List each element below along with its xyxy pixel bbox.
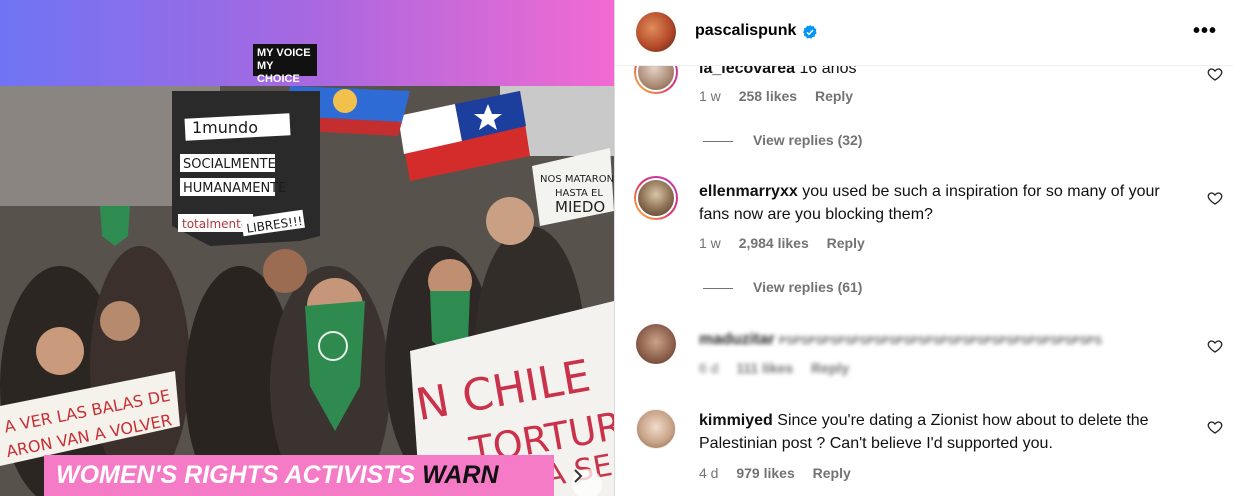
replies-line xyxy=(703,287,733,289)
caption-strong-text: WARN xyxy=(422,461,499,489)
comment-meta: 1 w 258 likes Reply xyxy=(699,88,867,104)
next-image-button[interactable] xyxy=(572,469,602,496)
comment-list[interactable]: la_lecovarea 16 años 1 w 258 likes Reply… xyxy=(615,0,1233,496)
logo-line-2: MY CHOICE xyxy=(257,60,300,85)
protest-photo-illustration: 1mundo SOCIALMENTE HUMANAMENTE totalment… xyxy=(0,86,614,496)
logo-line-1: MY VOICE xyxy=(257,47,311,59)
comment-time[interactable]: 6 d xyxy=(699,360,718,376)
sign-text-humanamente: HUMANAMENTE xyxy=(183,181,286,196)
post-media: MY VOICE MY CHOICE 1mundo SOCIALMENTE HU… xyxy=(0,0,614,496)
commenter-avatar[interactable] xyxy=(636,324,676,364)
comment-time[interactable]: 1 w xyxy=(699,88,721,104)
commenter-avatar[interactable] xyxy=(636,409,676,449)
heart-outline-icon[interactable] xyxy=(1207,66,1223,82)
my-voice-my-choice-logo: MY VOICE MY CHOICE xyxy=(253,44,317,85)
comment-likes[interactable]: 979 likes xyxy=(736,465,794,481)
chevron-right-icon xyxy=(574,469,583,483)
comment-likes[interactable]: 111 likes xyxy=(736,360,793,376)
media-top-banner: MY VOICE MY CHOICE xyxy=(0,0,614,86)
reply-button[interactable]: Reply xyxy=(811,360,849,376)
sign-text-1mundo: 1mundo xyxy=(192,118,258,137)
sign-text-nos-mataron: NOS MATARON xyxy=(540,174,614,185)
heart-outline-icon[interactable] xyxy=(1207,338,1223,354)
verified-badge-icon xyxy=(802,25,817,39)
sign-text-totalmente: totalmente xyxy=(182,217,248,231)
hand-shaped-sign: 1mundo SOCIALMENTE HUMANAMENTE totalment… xyxy=(172,91,320,246)
protest-photo: 1mundo SOCIALMENTE HUMANAMENTE totalment… xyxy=(0,86,614,496)
comment-likes[interactable]: 258 likes xyxy=(739,88,797,104)
comment-username[interactable]: maduzitar xyxy=(699,331,775,348)
comment-username[interactable]: ellenmarryxx xyxy=(699,183,798,200)
heart-outline-icon[interactable] xyxy=(1207,419,1223,435)
author-username[interactable]: pascalispunk xyxy=(695,22,796,40)
more-options-icon[interactable]: ••• xyxy=(1193,20,1217,43)
view-replies-button[interactable]: View replies (32) xyxy=(703,132,862,148)
comment-time[interactable]: 1 w xyxy=(699,235,721,251)
commenter-avatar[interactable] xyxy=(634,176,678,220)
media-caption-bar: WOMEN'S RIGHTS ACTIVISTS WARN xyxy=(44,455,554,496)
replies-line xyxy=(703,140,733,142)
comment-meta: 1 w 2,984 likes Reply xyxy=(699,235,879,251)
comment-username[interactable]: kimmiyed xyxy=(699,412,773,429)
reply-button[interactable]: Reply xyxy=(827,235,865,251)
caption-text: WOMEN'S RIGHTS ACTIVISTS xyxy=(56,461,423,489)
reply-button[interactable]: Reply xyxy=(813,465,851,481)
comment-meta: 4 d 979 likes Reply xyxy=(699,465,865,481)
comment-time[interactable]: 4 d xyxy=(699,465,718,481)
comment-likes[interactable]: 2,984 likes xyxy=(739,235,809,251)
author-avatar[interactable] xyxy=(636,12,676,52)
post-header: pascalispunk ••• xyxy=(615,0,1233,66)
comment-meta: 6 d 111 likes Reply xyxy=(699,360,863,376)
sign-text-socialmente: SOCIALMENTE xyxy=(183,157,276,172)
reply-button[interactable]: Reply xyxy=(815,88,853,104)
comments-panel: la_lecovarea 16 años 1 w 258 likes Reply… xyxy=(615,0,1233,496)
heart-outline-icon[interactable] xyxy=(1207,190,1223,206)
sign-text-miedo: MIEDO xyxy=(555,198,605,216)
view-replies-label: View replies (61) xyxy=(753,279,863,295)
comment-body: PSPSPSPSPSPSPSPSPSPSPSPSPSPSPSPSPSPSPSPS… xyxy=(779,335,1102,347)
view-replies-button[interactable]: View replies (61) xyxy=(703,279,862,295)
view-replies-label: View replies (32) xyxy=(753,132,863,148)
